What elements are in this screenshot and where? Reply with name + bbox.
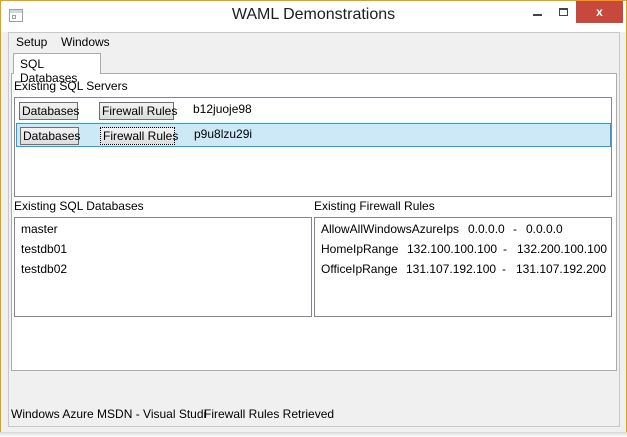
databases-list[interactable]: master testdb01 testdb02 — [14, 217, 312, 317]
list-item[interactable]: testdb01 — [21, 242, 67, 262]
status-bar: Windows Azure MSDN - Visual Studi Firewa… — [9, 403, 619, 426]
rule-name: AllowAllWindowsAzureIps — [321, 222, 460, 236]
rule-end-ip: 0.0.0.0 — [526, 222, 563, 236]
close-icon: x — [596, 5, 603, 19]
close-button[interactable]: x — [576, 1, 623, 23]
rule-start-ip: 132.100.100.100 — [407, 242, 498, 256]
server-name: b12juoje98 — [193, 102, 252, 116]
server-name: p9u8lzu29i — [194, 127, 253, 141]
servers-list[interactable]: Databases Firewall Rules b12juoje98 Data… — [14, 97, 612, 197]
firewall-rules-button[interactable]: Firewall Rules — [99, 102, 177, 120]
list-item[interactable]: AllowAllWindowsAzureIps 0.0.0.0 - 0.0.0.… — [321, 222, 611, 242]
rule-start-ip: 0.0.0.0 — [468, 222, 505, 236]
menu-setup[interactable]: Setup — [16, 35, 47, 49]
rule-end-ip: 131.107.192.200 — [516, 262, 607, 276]
firewall-rules-list[interactable]: AllowAllWindowsAzureIps 0.0.0.0 - 0.0.0.… — [314, 217, 612, 317]
status-message: Firewall Rules Retrieved — [204, 407, 335, 421]
minimize-button[interactable] — [524, 1, 550, 23]
minimize-icon — [532, 14, 542, 16]
databases-button[interactable]: Databases — [19, 102, 79, 120]
rule-name: HomeIpRange — [321, 242, 399, 256]
tab-sql-databases[interactable]: SQL Databases — [13, 53, 101, 85]
client-area: Setup Windows SQL Databases Existing SQL… — [8, 32, 620, 427]
maximize-icon — [558, 8, 568, 16]
menu-windows[interactable]: Windows — [61, 35, 110, 49]
rule-name: OfficeIpRange — [321, 262, 398, 276]
rule-end-ip: 132.200.100.100 — [517, 242, 608, 256]
status-subscription: Windows Azure MSDN - Visual Studi — [11, 407, 207, 421]
menu-bar: Setup Windows — [9, 33, 619, 52]
server-row[interactable]: Databases Firewall Rules b12juoje98 — [16, 99, 611, 123]
list-item[interactable]: OfficeIpRange 131.107.192.100 - 131.107.… — [321, 262, 611, 282]
list-item[interactable]: master — [21, 222, 58, 242]
list-item[interactable]: testdb02 — [21, 262, 67, 282]
app-window: WAML Demonstrations x Setup Windows SQL … — [0, 0, 627, 437]
maximize-button[interactable] — [550, 1, 576, 23]
firewall-rules-button[interactable]: Firewall Rules — [100, 127, 178, 145]
databases-button[interactable]: Databases — [20, 127, 80, 145]
server-row-selected[interactable]: Databases Firewall Rules p9u8lzu29i — [16, 123, 611, 147]
window-shadow — [0, 432, 627, 437]
title-bar[interactable]: WAML Demonstrations x — [1, 1, 626, 32]
rule-separator: - — [503, 242, 507, 256]
list-item[interactable]: HomeIpRange 132.100.100.100 - 132.200.10… — [321, 242, 611, 262]
databases-label: Existing SQL Databases — [14, 199, 144, 213]
rule-separator: - — [502, 262, 506, 276]
rule-start-ip: 131.107.192.100 — [406, 262, 497, 276]
tab-panel-sql-databases: Existing SQL Servers Databases Firewall … — [11, 73, 617, 371]
firewall-rules-label: Existing Firewall Rules — [314, 199, 435, 213]
rule-separator: - — [513, 222, 517, 236]
